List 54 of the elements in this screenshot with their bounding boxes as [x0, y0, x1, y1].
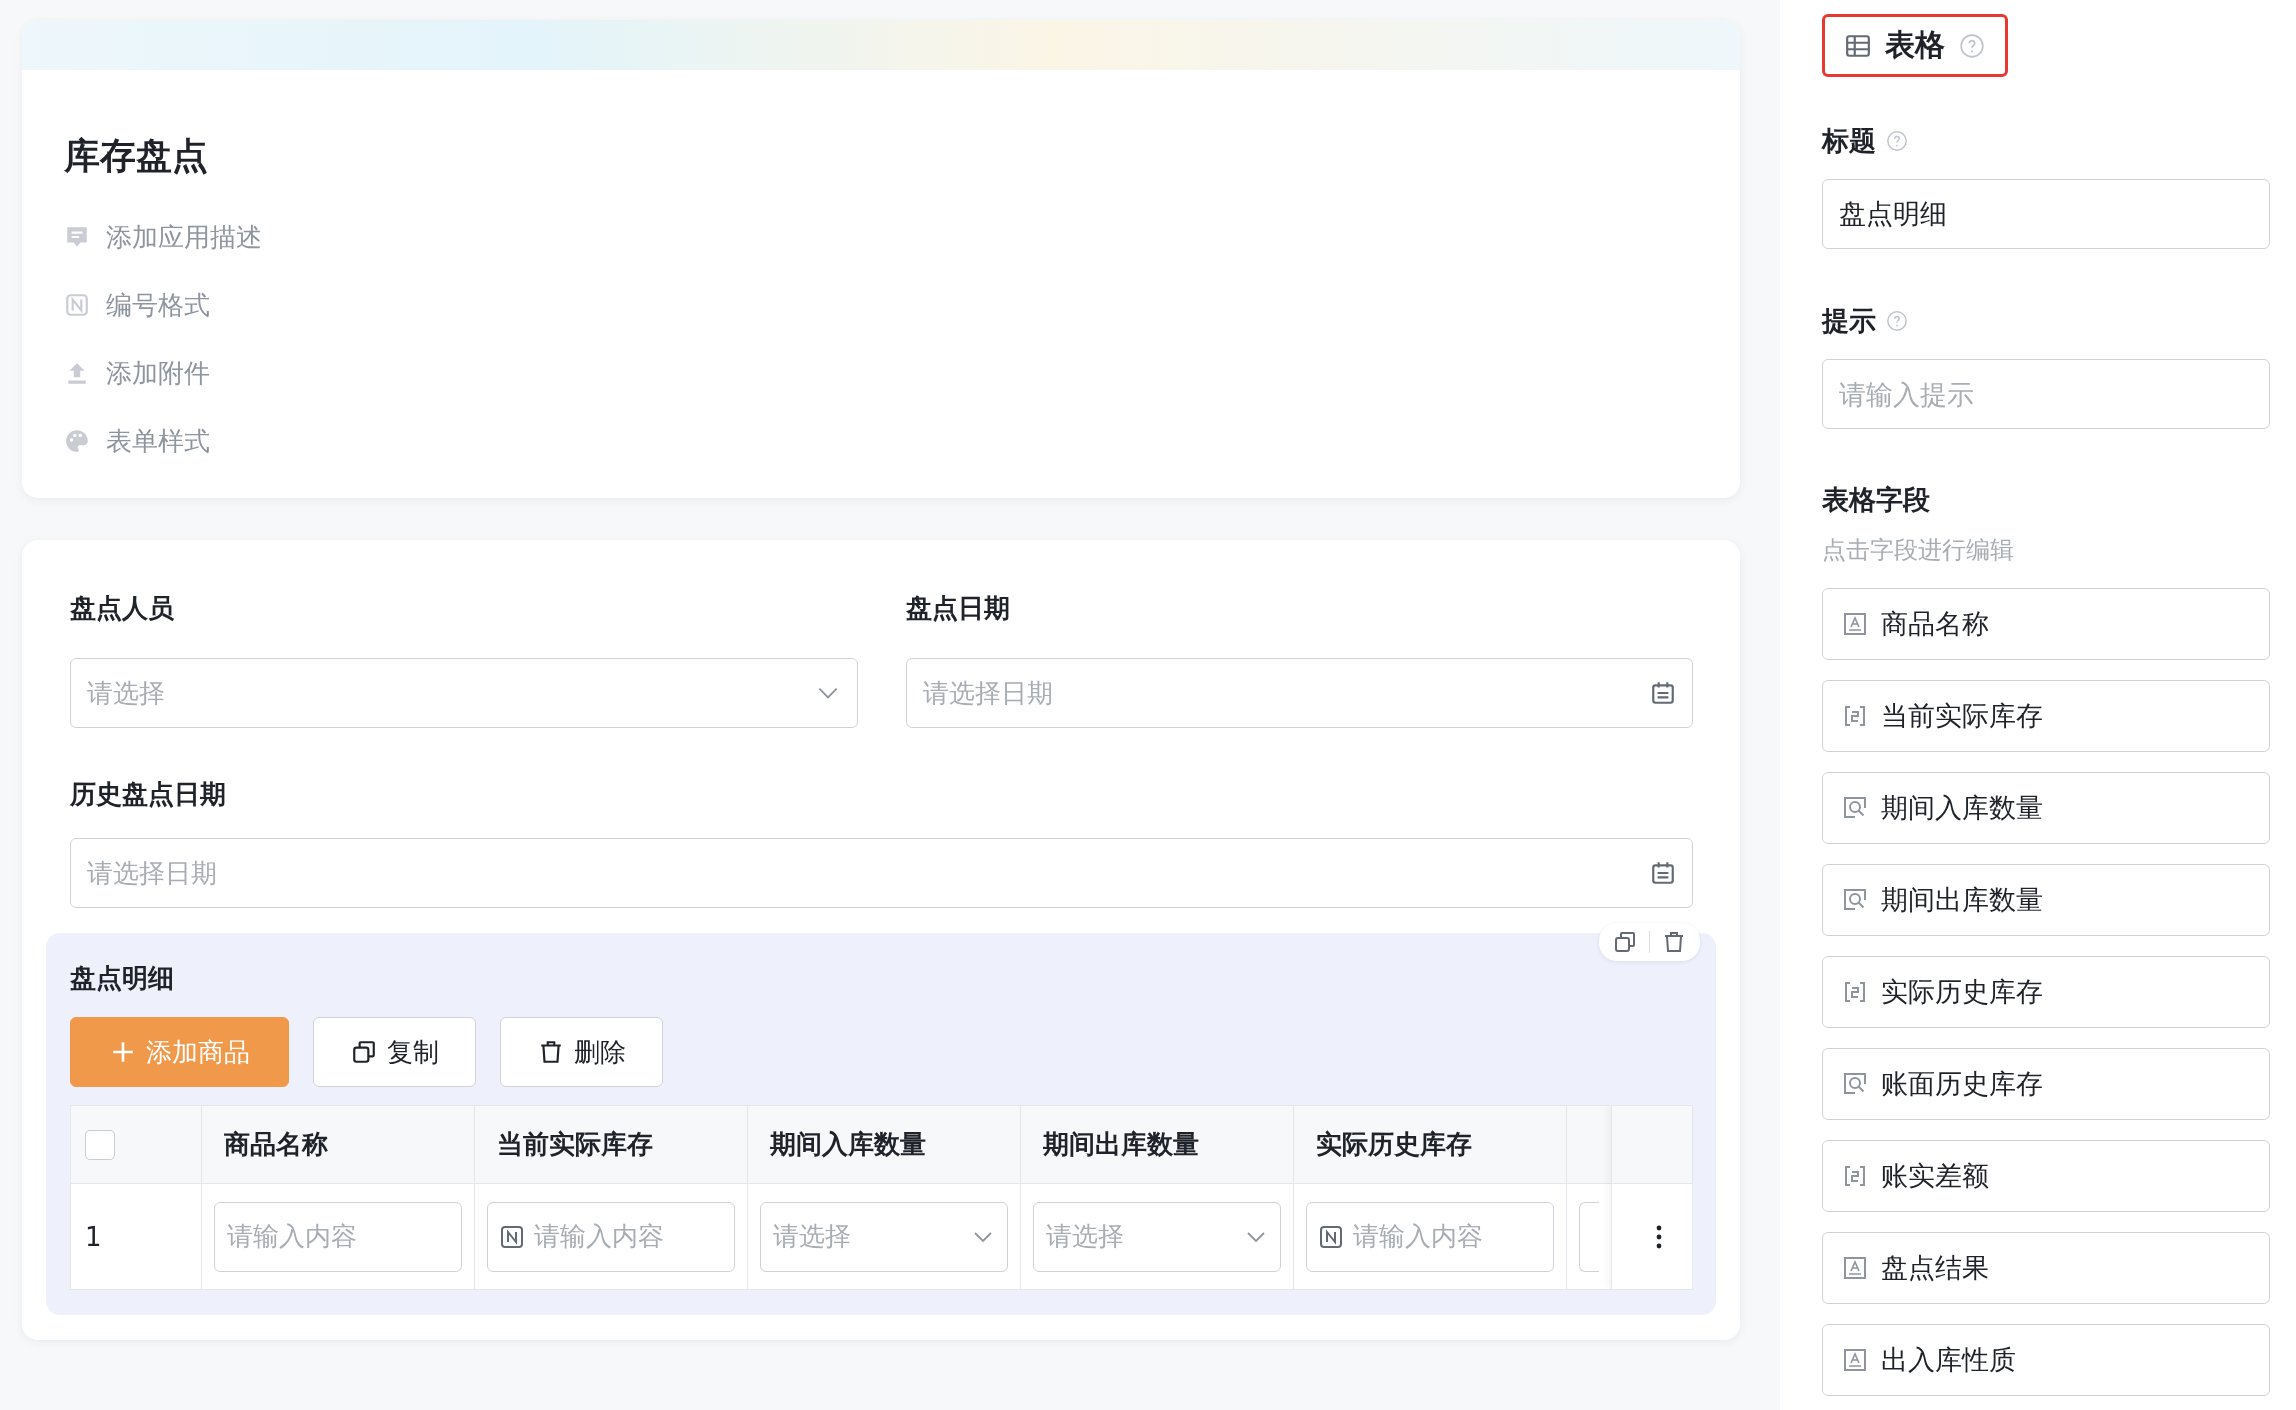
help-icon [1959, 32, 1985, 59]
field-label: 盘点日期 [905, 592, 1010, 625]
column-header: 期间入库数量 [748, 1106, 1020, 1184]
field-label: 盘点人员 [70, 592, 174, 625]
number-format-icon [64, 292, 90, 318]
trash-icon[interactable] [1662, 929, 1686, 955]
palette-icon [64, 428, 90, 454]
table-icon [1845, 32, 1871, 59]
calendar-icon [1650, 680, 1676, 706]
row-number: 1 [84, 1220, 103, 1254]
number-field-icon [1843, 980, 1867, 1004]
lookup-field-icon [1843, 888, 1867, 912]
text-field-icon [1843, 1256, 1867, 1280]
text-field-icon [1843, 612, 1867, 636]
title-input[interactable]: 盘点明细 [1822, 179, 2270, 249]
text-field-icon [1843, 1348, 1867, 1372]
field-item[interactable]: 账面历史库存 [1822, 1048, 2270, 1120]
field-label: 历史盘点日期 [70, 778, 226, 811]
more-icon[interactable] [1654, 1223, 1663, 1250]
app-title: 库存盘点 [64, 134, 208, 178]
section-hint: 点击字段进行编辑 [1822, 535, 2014, 565]
input-field[interactable] [1579, 1201, 1599, 1272]
column-header: 商品名称 [202, 1106, 474, 1184]
field-label: 提示 [1822, 304, 1876, 338]
copy-button[interactable]: 复制 [313, 1017, 476, 1087]
field-item[interactable]: 当前实际库存 [1822, 680, 2270, 752]
lookup-field-icon [1843, 1072, 1867, 1096]
number-icon [500, 1224, 524, 1249]
field-item[interactable]: 出入库性质 [1822, 1324, 2270, 1396]
copy-icon[interactable] [1613, 929, 1637, 955]
subtable-title: 盘点明细 [70, 962, 174, 995]
number-field-icon [1843, 1164, 1867, 1188]
field-item[interactable]: 期间入库数量 [1822, 772, 2270, 844]
copy-icon [350, 1039, 377, 1065]
column-header: 实际历史库存 [1294, 1106, 1566, 1184]
column-header: 当前实际库存 [475, 1106, 747, 1184]
hint-input[interactable]: 请输入提示 [1822, 359, 2270, 429]
calendar-icon [1650, 860, 1676, 886]
checkbox[interactable] [85, 1129, 115, 1160]
section-heading: 表格字段 [1822, 483, 1930, 517]
field-item[interactable]: 实际历史库存 [1822, 956, 2270, 1028]
field-label: 标题 [1822, 124, 1876, 158]
delete-button[interactable]: 删除 [500, 1017, 663, 1087]
column-header: 期间出库数量 [1021, 1106, 1293, 1184]
help-icon [1886, 130, 1908, 152]
lookup-field-icon [1843, 796, 1867, 820]
field-item[interactable]: 盘点结果 [1822, 1232, 2270, 1304]
field-item[interactable]: 商品名称 [1822, 588, 2270, 660]
panel-tab[interactable]: 表格 [1822, 14, 2008, 77]
field-item[interactable]: 期间出库数量 [1822, 864, 2270, 936]
field-item[interactable]: 账实差额 [1822, 1140, 2270, 1212]
help-icon [1886, 310, 1908, 332]
number-field-icon [1843, 704, 1867, 728]
number-icon [1319, 1224, 1343, 1249]
